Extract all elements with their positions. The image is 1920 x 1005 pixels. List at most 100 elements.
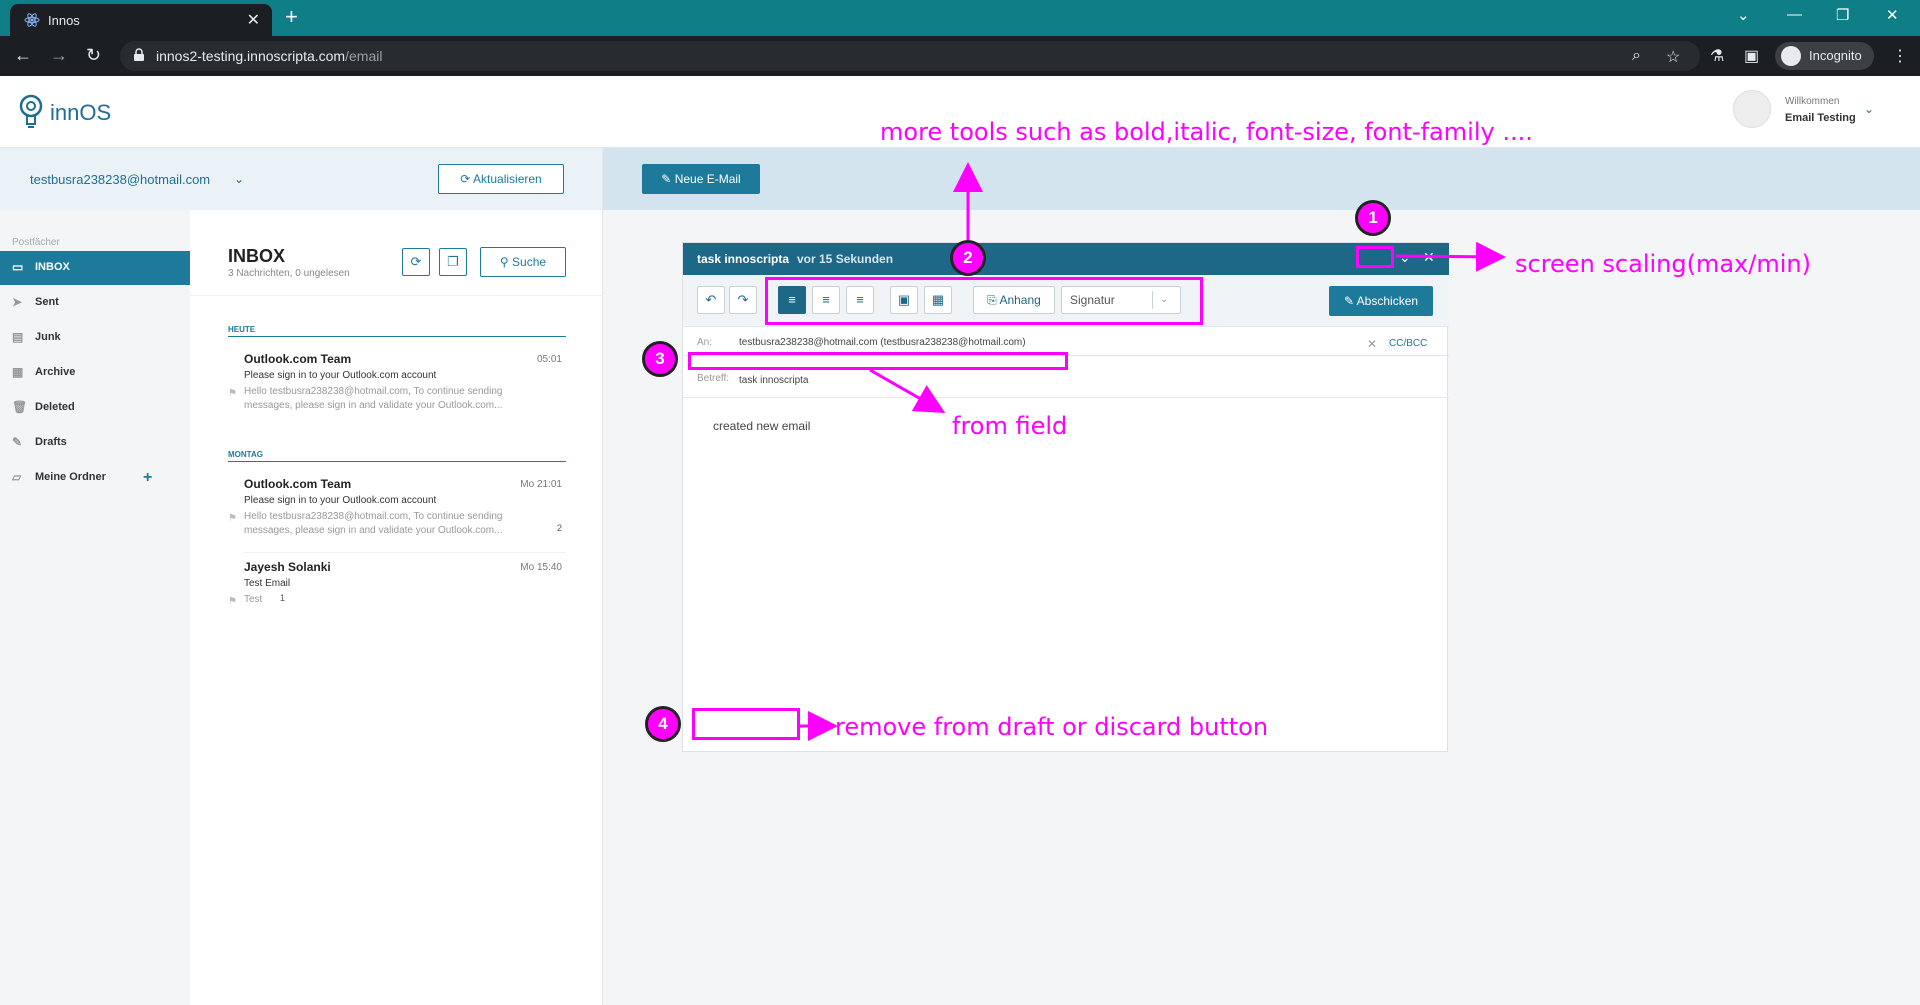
minimize-icon[interactable]: — — [1787, 6, 1802, 23]
address-bar[interactable]: innos2-testing.innoscripta.com/email ⌕ ☆ — [120, 41, 1700, 71]
thread-count: 2 — [556, 523, 562, 533]
to-field[interactable]: testbusra238238@hotmail.com (testbusra23… — [739, 337, 1026, 348]
inbox-icon: ▭ — [12, 260, 24, 274]
list-item[interactable]: Outlook.com Team 05:01 Please sign in to… — [228, 352, 566, 412]
add-folder-icon[interactable]: + — [143, 469, 152, 487]
annotation-number-1: 1 — [1355, 200, 1391, 236]
refresh-icon: ⟳ — [460, 172, 471, 186]
cc-bcc-toggle[interactable]: CC/BCC — [1389, 338, 1427, 349]
flag-icon[interactable]: ⚑ — [228, 388, 238, 399]
logo-text: innOS — [50, 100, 112, 125]
archive-icon: ▦ — [12, 365, 24, 379]
subject-field[interactable]: task innoscripta — [739, 375, 808, 386]
copy-button[interactable]: ❐ — [439, 248, 467, 276]
labs-flask-icon[interactable]: ⚗ — [1710, 46, 1724, 66]
zoom-icon[interactable]: ⌕ — [1632, 47, 1641, 65]
flag-icon[interactable]: ⚑ — [228, 596, 238, 607]
refresh-icon: ⟳ — [410, 254, 422, 269]
sidebar-item-sent[interactable]: ➤ Sent — [0, 286, 190, 320]
incognito-icon — [1781, 46, 1801, 66]
account-bar: testbusra238238@hotmail.com ⌄ ⟳ Aktualis… — [0, 148, 603, 210]
reload-icon[interactable]: ↻ — [86, 45, 101, 66]
annotation-screen-scaling: screen scaling(max/min) — [1515, 250, 1811, 278]
annotation-from-field: from field — [952, 412, 1068, 440]
group-header: MONTAG — [228, 450, 566, 462]
to-label: An: — [697, 337, 713, 348]
annotation-box-3 — [688, 352, 1068, 370]
sidebar-item-drafts[interactable]: ✎ Drafts — [0, 426, 190, 460]
refresh-list-button[interactable]: ⟳ — [402, 248, 430, 276]
close-tab-icon[interactable]: ✕ — [247, 10, 260, 30]
username: Email Testing — [1785, 112, 1856, 124]
chevron-down-icon[interactable]: ⌄ — [1399, 249, 1411, 266]
back-icon[interactable]: ← — [14, 45, 32, 66]
sidebar-item-deleted[interactable]: 🗑 Deleted — [0, 391, 190, 425]
close-icon[interactable]: ✕ — [1423, 249, 1435, 266]
bookmark-star-icon[interactable]: ☆ — [1666, 47, 1680, 67]
send-button[interactable]: ✎ Abschicken — [1329, 286, 1433, 316]
trash-icon: 🗑 — [12, 400, 28, 414]
annotation-number-4: 4 — [645, 706, 681, 742]
list-item[interactable]: Outlook.com Team Mo 21:01 Please sign in… — [228, 477, 566, 537]
annotation-box-1 — [1356, 246, 1394, 268]
compose-header: task innoscripta vor 15 Sekunden ⌄ ✕ — [683, 243, 1449, 275]
message-list: INBOX 3 Nachrichten, 0 ungelesen ⟳ ❐ ⚲ S… — [190, 210, 603, 1005]
divider — [190, 295, 602, 296]
account-chevron-down-icon[interactable]: ⌄ — [234, 172, 244, 186]
browser-tab-strip: Innos ✕ + ⌄ — ❐ ✕ — [0, 0, 1920, 36]
divider — [683, 397, 1449, 398]
incognito-badge[interactable]: Incognito — [1775, 42, 1874, 70]
chevron-down-icon[interactable]: ⌄ — [1864, 102, 1874, 116]
account-selector[interactable]: testbusra238238@hotmail.com — [30, 172, 210, 187]
refresh-button[interactable]: ⟳ Aktualisieren — [438, 164, 564, 194]
sidebar-item-junk[interactable]: ▤ Junk — [0, 321, 190, 355]
restore-icon[interactable]: ❐ — [1836, 6, 1849, 24]
undo-button[interactable]: ↶ — [697, 286, 725, 314]
search-icon: ⚲ — [499, 255, 509, 269]
subject-label: Betreff: — [697, 373, 730, 384]
flag-icon[interactable]: ⚑ — [228, 513, 238, 524]
send-icon: ➤ — [12, 295, 23, 309]
search-button[interactable]: ⚲ Suche — [480, 247, 566, 277]
clear-recipient-icon[interactable]: ✕ — [1367, 337, 1377, 351]
annotation-number-2: 2 — [950, 240, 986, 276]
annotation-more-tools: more tools such as bold,italic, font-siz… — [880, 118, 1533, 146]
undo-icon: ↶ — [705, 292, 717, 307]
sidebar-item-inbox[interactable]: ▭ INBOX — [0, 251, 190, 285]
url-text: innos2-testing.innoscripta.com/email — [156, 48, 383, 64]
forward-icon[interactable]: → — [50, 45, 68, 66]
new-email-button[interactable]: ✎ Neue E-Mail — [642, 164, 760, 194]
mailbox-sidebar: Postfächer ▭ INBOX ➤ Sent ▤ Junk ▦ Archi… — [0, 210, 190, 1005]
pencil-icon: ✎ — [1343, 294, 1354, 308]
avatar[interactable] — [1733, 90, 1771, 128]
browser-tab[interactable]: Innos ✕ — [10, 4, 272, 36]
list-title: INBOX — [228, 246, 286, 266]
tab-title: Innos — [48, 13, 80, 28]
compose-title: task innoscripta — [697, 252, 790, 266]
sidebar-item-archive[interactable]: ▦ Archive — [0, 356, 190, 390]
list-subtitle: 3 Nachrichten, 0 ungelesen — [228, 268, 350, 279]
annotation-box-4 — [692, 708, 800, 740]
browser-menu-icon[interactable]: ⋮ — [1892, 46, 1908, 66]
pencil-icon: ✎ — [661, 172, 672, 186]
annotation-box-2 — [765, 277, 1203, 325]
junk-icon: ▤ — [12, 330, 24, 344]
annotation-discard: remove from draft or discard button — [835, 713, 1269, 741]
list-item[interactable]: Jayesh Solanki Mo 15:40 Test Email ⚑ Tes… — [228, 560, 566, 610]
redo-button[interactable]: ↷ — [729, 286, 757, 314]
group-header: HEUTE — [228, 325, 566, 337]
new-tab-icon[interactable]: + — [285, 4, 298, 30]
browser-toolbar: ← → ↻ innos2-testing.innoscripta.com/ema… — [0, 36, 1920, 76]
email-body[interactable]: created new email — [713, 419, 810, 433]
react-icon — [24, 13, 40, 27]
folder-icon: ▱ — [12, 470, 22, 484]
annotation-number-3: 3 — [642, 341, 678, 377]
side-panel-icon[interactable]: ▣ — [1744, 46, 1759, 66]
thread-count: 1 — [280, 593, 286, 603]
pencil-icon: ✎ — [12, 435, 23, 449]
saved-status: vor 15 Sekunden — [797, 252, 894, 266]
close-window-icon[interactable]: ✕ — [1886, 6, 1899, 24]
tab-search-icon[interactable]: ⌄ — [1737, 6, 1750, 24]
lightbulb-logo-icon — [19, 94, 43, 128]
sidebar-item-my-folders[interactable]: ▱ Meine Ordner + — [0, 461, 190, 495]
